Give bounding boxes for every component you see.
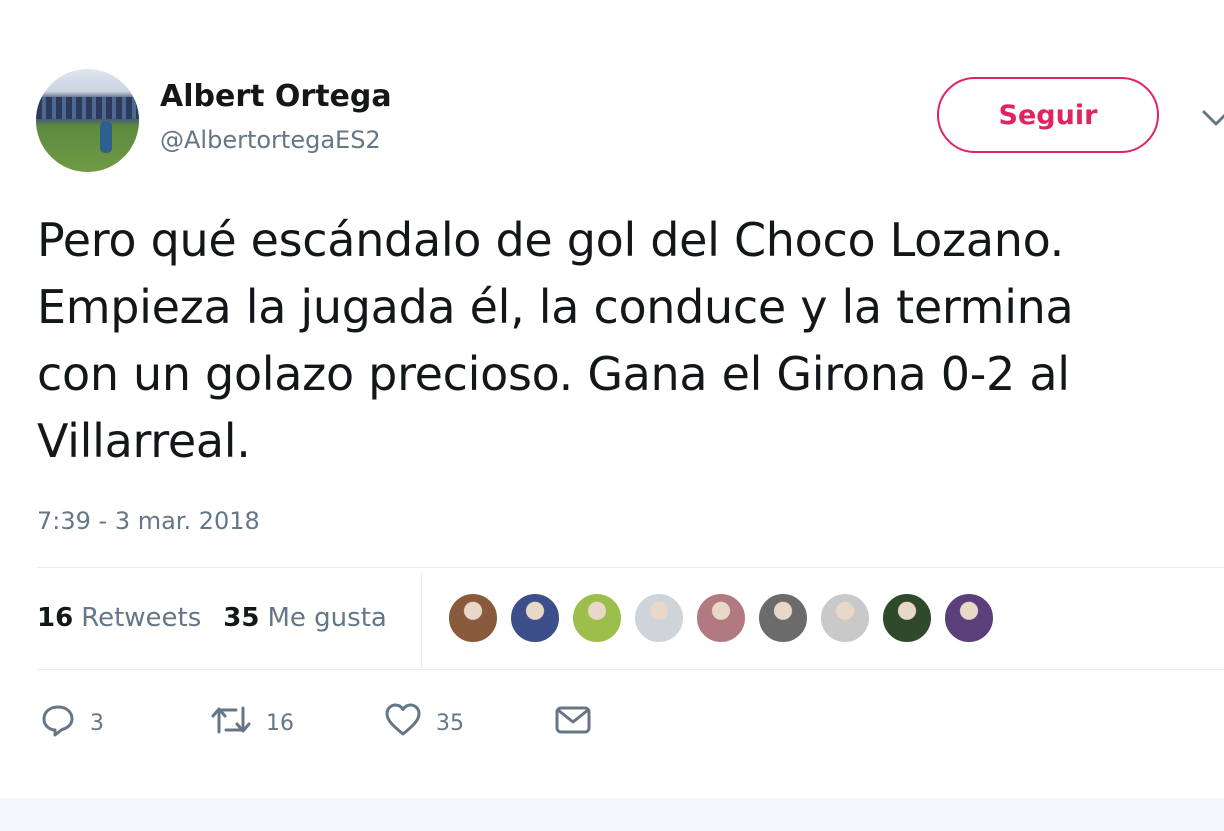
chevron-down-icon[interactable] xyxy=(1196,98,1224,138)
liker-avatar[interactable] xyxy=(757,592,809,644)
tweet-text-line: Pero qué escándalo de gol del Choco Loza… xyxy=(37,213,1064,267)
reply-count: 3 xyxy=(90,710,104,736)
stats-separator xyxy=(421,573,422,669)
liker-avatar[interactable] xyxy=(943,592,995,644)
heart-icon xyxy=(385,703,421,736)
like-button[interactable]: 35 xyxy=(384,700,464,740)
tweet-text-line: Villarreal. xyxy=(37,414,251,468)
follow-button[interactable]: Seguir xyxy=(937,77,1159,153)
user-handle[interactable]: @AlbertortegaES2 xyxy=(160,126,381,154)
direct-message-button[interactable] xyxy=(554,700,592,740)
likes-count[interactable]: 35 xyxy=(223,603,259,633)
tweet-timestamp[interactable]: 7:39 - 3 mar. 2018 xyxy=(37,507,260,535)
divider xyxy=(37,567,1224,568)
liker-avatar[interactable] xyxy=(633,592,685,644)
liker-avatar[interactable] xyxy=(509,592,561,644)
avatar-player-figure xyxy=(100,121,112,153)
retweet-count: 16 xyxy=(266,710,294,736)
tweet-text-line: Empieza la jugada él, la conduce y la te… xyxy=(37,280,1074,334)
liker-avatar[interactable] xyxy=(447,592,499,644)
retweets-label[interactable]: Retweets xyxy=(81,603,201,633)
reply-button[interactable]: 3 xyxy=(40,700,104,740)
like-count: 35 xyxy=(436,710,464,736)
retweet-button[interactable]: 16 xyxy=(210,700,294,740)
liker-avatar[interactable] xyxy=(571,592,623,644)
display-name[interactable]: Albert Ortega xyxy=(160,79,392,114)
retweets-count[interactable]: 16 xyxy=(37,603,73,633)
bottom-band xyxy=(0,798,1224,831)
liker-avatar[interactable] xyxy=(695,592,747,644)
tweet-stats: 16 Retweets 35 Me gusta xyxy=(37,598,409,638)
avatar-stadium-stand xyxy=(36,97,139,119)
envelope-icon xyxy=(555,706,591,734)
divider xyxy=(37,669,1224,670)
liker-avatar[interactable] xyxy=(819,592,871,644)
tweet-text-line: con un golazo precioso. Gana el Girona 0… xyxy=(37,347,1070,401)
retweet-icon xyxy=(211,706,251,734)
likes-label[interactable]: Me gusta xyxy=(267,603,386,633)
reply-icon xyxy=(42,705,74,737)
user-avatar[interactable] xyxy=(36,69,139,172)
liker-avatar[interactable] xyxy=(881,592,933,644)
tweet-text: Pero qué escándalo de gol del Choco Loza… xyxy=(37,207,1224,475)
